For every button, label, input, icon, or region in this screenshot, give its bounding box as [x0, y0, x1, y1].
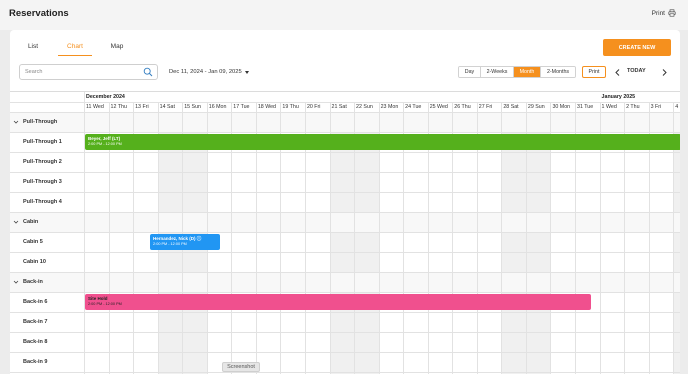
row-divider [10, 172, 680, 173]
site-label: Back-in 7 [23, 319, 48, 325]
day-header: 16 Mon [208, 104, 227, 110]
day-header: 14 Sat [159, 104, 175, 110]
row-divider [10, 192, 680, 193]
day-header: 18 Wed [257, 104, 277, 110]
two-months-view-button[interactable]: 2-Months [541, 67, 575, 77]
site-label: Pull-Through 4 [23, 199, 62, 205]
reservation-bar[interactable]: Beyer, Jeff (LT) 2:00 PM - 12:00 PM [85, 134, 680, 150]
day-header: 21 Sat [331, 104, 347, 110]
tab-map[interactable]: Map [102, 42, 132, 56]
collapse-chevron-icon[interactable] [13, 119, 19, 125]
view-range-buttons: Day 2-Weeks Month 2-Months [458, 66, 576, 78]
row-divider [10, 152, 680, 153]
day-header: 25 Wed [429, 104, 448, 110]
day-view-button[interactable]: Day [459, 67, 481, 77]
date-range-label: Dec 11, 2024 - Jan 09, 2025 [169, 69, 242, 75]
day-header: 13 Fri [135, 104, 149, 110]
row-divider [10, 292, 680, 293]
month-view-button[interactable]: Month [514, 67, 541, 77]
tab-chart[interactable]: Chart [58, 42, 92, 56]
date-range-picker[interactable]: Dec 11, 2024 - Jan 09, 2025 [169, 69, 249, 75]
day-header: 17 Tue [233, 104, 250, 110]
group-label: Cabin [23, 219, 39, 225]
day-header: 24 Tue [405, 104, 422, 110]
group-label: Pull-Through [23, 119, 58, 125]
search-icon[interactable] [143, 67, 153, 77]
month-label: December 2024 [86, 94, 125, 100]
row-divider [10, 352, 680, 353]
month-label: January 2025 [601, 94, 636, 100]
day-header: 26 Thu [454, 104, 471, 110]
top-bar: Reservations Print [0, 0, 688, 30]
search-box [19, 64, 158, 80]
day-header: 12 Thu [110, 104, 127, 110]
row-divider [10, 372, 680, 373]
search-input[interactable] [25, 67, 135, 77]
row-divider [10, 232, 680, 233]
create-new-button[interactable]: CREATE NEW [603, 39, 671, 56]
day-header: 30 Mon [552, 104, 571, 110]
site-label: Pull-Through 3 [23, 179, 62, 185]
site-label: Back-in 6 [23, 299, 48, 305]
collapse-chevron-icon[interactable] [13, 279, 19, 285]
chevron-left-icon [614, 68, 619, 76]
reservation-chart: December 2024 January 2025 11 Wed 12 Thu 13 … [10, 91, 680, 374]
print-link-label: Print [651, 9, 665, 17]
print-button[interactable]: Print [582, 66, 606, 78]
next-button[interactable] [659, 66, 669, 78]
reservation-time: 2:00 PM - 12:00 PM [153, 241, 187, 246]
chevron-right-icon [662, 68, 667, 76]
day-header: 29 Sun [527, 104, 545, 110]
day-header: 22 Sun [356, 104, 373, 110]
site-label: Pull-Through 1 [23, 139, 62, 145]
group-label: Back-in [23, 279, 43, 285]
row-divider [10, 132, 680, 133]
printer-icon [668, 9, 676, 17]
row-divider [10, 332, 680, 333]
collapse-chevron-icon[interactable] [13, 219, 19, 225]
reservation-bar[interactable]: Hernandez, Nick (D) ⓘ 2:00 PM - 12:00 PM [150, 234, 221, 250]
day-header: 31 Tue [577, 104, 594, 110]
day-header: 1 Wed [601, 104, 617, 110]
site-label: Back-in 8 [23, 339, 48, 345]
row-divider [10, 272, 680, 273]
day-header: 19 Thu [282, 104, 299, 110]
site-label: Cabin 5 [23, 239, 43, 245]
day-header: 4 [675, 104, 679, 110]
reservation-time: 2:00 PM - 12:00 PM [88, 141, 122, 146]
page-title: Reservations [9, 8, 69, 19]
site-label: Back-in 9 [23, 359, 48, 365]
tab-list[interactable]: List [20, 42, 46, 56]
day-header: 20 Fri [306, 104, 321, 110]
view-tabs: List Chart Map [20, 42, 132, 56]
day-header: 2 Thu [626, 104, 640, 110]
row-divider [10, 212, 680, 213]
site-label: Cabin 10 [23, 259, 46, 265]
day-header: 11 Wed [86, 104, 104, 110]
day-header: 15 Sun [184, 104, 201, 110]
group-row-background [10, 112, 680, 132]
screenshot-tag: Screenshot [222, 362, 260, 372]
group-row-background [10, 212, 680, 232]
two-weeks-view-button[interactable]: 2-Weeks [481, 67, 514, 77]
row-divider [10, 312, 680, 313]
day-header: 23 Mon [380, 104, 399, 110]
day-header: 27 Fri [478, 104, 493, 110]
row-divider [10, 252, 680, 253]
day-header: 3 Fri [650, 104, 662, 110]
row-divider [10, 112, 680, 113]
reservation-time: 2:00 PM - 12:00 PM [88, 301, 122, 306]
reservation-bar[interactable]: Site Hold 2:00 PM - 12:00 PM [85, 294, 591, 310]
reservations-panel: List Chart Map CREATE NEW Dec 11, 2024 -… [10, 30, 680, 374]
today-button[interactable]: TODAY [627, 68, 646, 74]
day-header: 28 Sat [503, 104, 519, 110]
previous-button[interactable] [612, 66, 622, 78]
site-label: Pull-Through 2 [23, 159, 62, 165]
print-link[interactable]: Print [652, 9, 676, 17]
group-row-background [10, 272, 680, 292]
caret-down-icon [244, 70, 249, 74]
